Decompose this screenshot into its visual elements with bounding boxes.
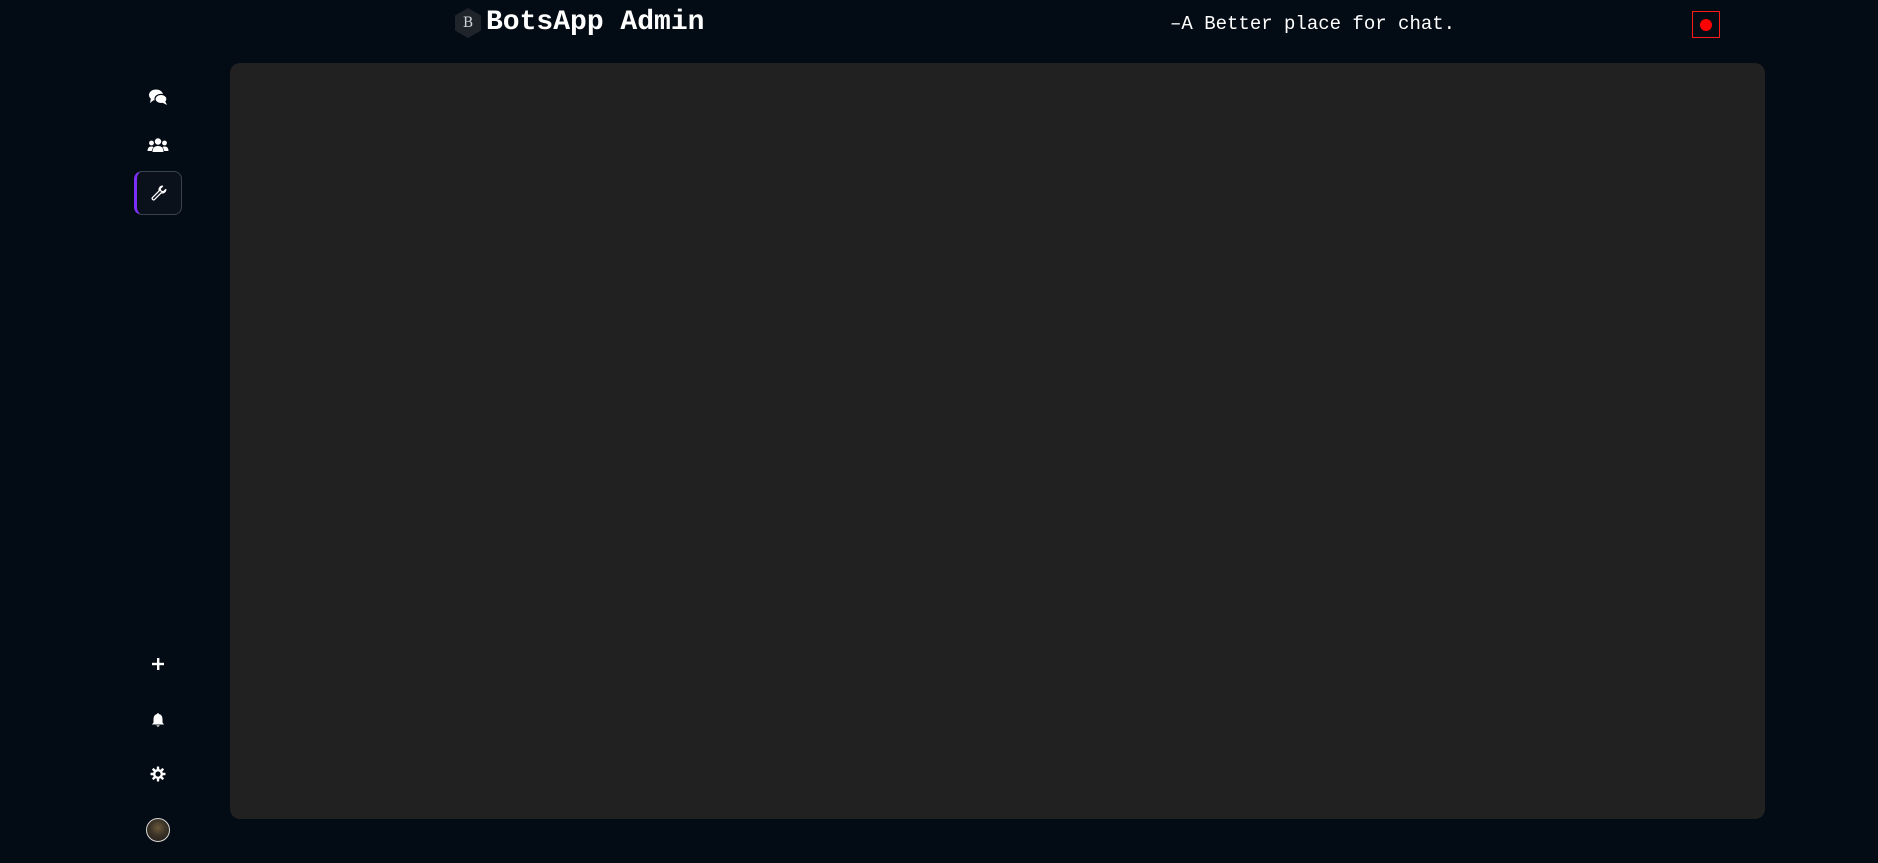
plus-icon — [152, 658, 164, 670]
sidebar-item-chats[interactable] — [134, 75, 182, 119]
sidebar-item-notifications[interactable] — [134, 698, 182, 742]
record-dot-icon — [1700, 18, 1712, 31]
users-icon — [147, 138, 169, 152]
gear-icon — [150, 766, 166, 782]
record-button[interactable] — [1692, 11, 1720, 38]
tagline: –A Better place for chat. — [1170, 13, 1456, 35]
app-header: B BotsApp Admin –A Better place for chat… — [0, 0, 1878, 52]
app-title: BotsApp Admin — [486, 7, 705, 38]
bell-icon — [152, 713, 164, 727]
sidebar — [130, 70, 186, 850]
sidebar-item-groups[interactable] — [134, 123, 182, 167]
sidebar-item-settings[interactable] — [134, 752, 182, 796]
brand-logo-icon: B — [454, 7, 482, 39]
wrench-icon — [151, 185, 167, 201]
sidebar-item-admin-tools[interactable] — [134, 171, 182, 215]
avatar[interactable] — [146, 818, 170, 842]
main-content-panel — [230, 63, 1765, 819]
chat-bubbles-icon — [149, 89, 168, 105]
brand[interactable]: B BotsApp Admin — [454, 7, 704, 39]
sidebar-item-add[interactable] — [134, 642, 182, 686]
brand-logo-letter: B — [462, 15, 474, 31]
